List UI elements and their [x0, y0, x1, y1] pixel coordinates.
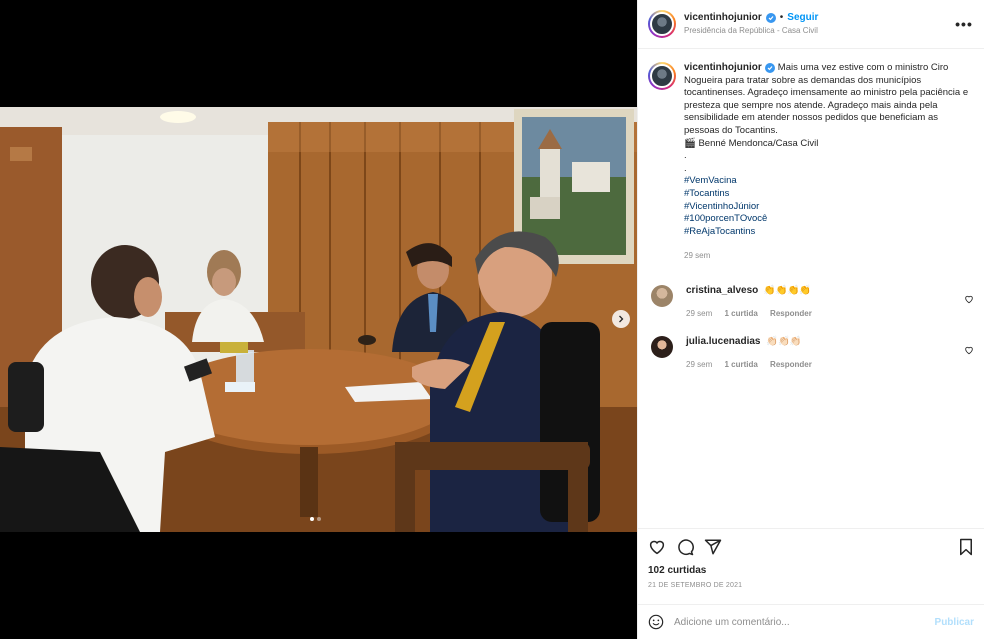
comment-likes[interactable]: 1 curtida [724, 309, 757, 318]
caption-author-avatar[interactable] [648, 62, 676, 90]
comment-bubble-icon[interactable] [676, 538, 694, 556]
post-media [0, 0, 637, 639]
comment-time[interactable]: 29 sem [686, 360, 712, 369]
comments-section[interactable]: vicentinhojunior Mais uma vez estive com … [638, 50, 984, 528]
hashtag-link[interactable]: #100porcenTOvocê [684, 213, 974, 226]
like-heart-icon[interactable] [648, 538, 666, 556]
add-comment-bar: Publicar [638, 604, 984, 639]
more-options-button[interactable]: ••• [954, 16, 974, 32]
commenter-avatar[interactable] [651, 284, 673, 307]
hashtag-link[interactable]: #Tocantins [684, 188, 974, 201]
follow-button[interactable]: Seguir [787, 12, 818, 24]
post-actions-area: 102 curtidas 21 DE SETEMBRO DE 2021 [638, 528, 984, 589]
save-bookmark-icon[interactable] [958, 538, 974, 556]
comment-text: 👏🏻👏🏻👏🏻 [766, 336, 802, 348]
likes-count[interactable]: 102 curtidas [648, 565, 974, 576]
like-comment-heart-icon[interactable] [964, 291, 974, 309]
instagram-post-modal: vicentinhojunior • Seguir Presidência da… [0, 0, 984, 639]
caption-dot: . [684, 150, 687, 162]
comment-item: julia.lucenadias 👏🏻👏🏻👏🏻 29 sem 1 curtida… [648, 336, 974, 371]
verified-badge-icon [765, 13, 776, 24]
meeting-photo-illustration [0, 107, 637, 532]
share-paper-plane-icon[interactable] [704, 538, 722, 556]
carousel-dot [317, 517, 321, 521]
carousel-indicator [310, 517, 321, 521]
action-bar [648, 537, 974, 557]
reply-button[interactable]: Responder [770, 360, 812, 369]
carousel-next-button[interactable] [612, 310, 630, 328]
caption: vicentinhojunior Mais uma vez estive com … [648, 62, 974, 263]
reply-button[interactable]: Responder [770, 309, 812, 318]
post-photo[interactable] [0, 107, 637, 532]
emoji-smiley-icon[interactable] [648, 614, 664, 630]
header-separator: • [779, 12, 784, 24]
publish-button[interactable]: Publicar [935, 617, 974, 628]
caption-credit: 🎬 Benné Mendonca/Casa Civil [684, 137, 819, 149]
author-avatar[interactable] [648, 10, 676, 38]
comment-text: 👏👏👏👏 [763, 284, 812, 296]
comment-input[interactable] [674, 616, 935, 628]
caption-time[interactable]: 29 sem [684, 251, 710, 260]
post-header: vicentinhojunior • Seguir Presidência da… [638, 0, 984, 49]
comment-username[interactable]: julia.lucenadias [686, 336, 760, 347]
post-date[interactable]: 21 DE SETEMBRO DE 2021 [648, 582, 974, 589]
hashtag-link[interactable]: #ReAjaTocantins [684, 226, 974, 239]
comment-item: cristina_alveso 👏👏👏👏 29 sem 1 curtida Re… [648, 284, 974, 320]
post-location[interactable]: Presidência da República - Casa Civil [684, 26, 954, 36]
comment-username[interactable]: cristina_alveso [686, 285, 758, 296]
like-comment-heart-icon[interactable] [964, 342, 974, 360]
post-side-panel: vicentinhojunior • Seguir Presidência da… [637, 0, 984, 639]
verified-badge-icon [764, 63, 775, 73]
hashtag-link[interactable]: #VicentinhoJúnior [684, 201, 974, 214]
author-username[interactable]: vicentinhojunior [684, 12, 762, 24]
comment-time[interactable]: 29 sem [686, 309, 712, 318]
caption-username[interactable]: vicentinhojunior [684, 62, 762, 73]
comment-likes[interactable]: 1 curtida [724, 360, 757, 369]
carousel-dot-active [310, 517, 314, 521]
caption-dot: . [684, 162, 687, 174]
chevron-right-icon [619, 315, 624, 323]
commenter-avatar[interactable] [651, 336, 673, 359]
caption-text: Mais uma vez estive com o ministro Ciro … [684, 62, 969, 136]
hashtag-link[interactable]: #VemVacina [684, 175, 974, 188]
